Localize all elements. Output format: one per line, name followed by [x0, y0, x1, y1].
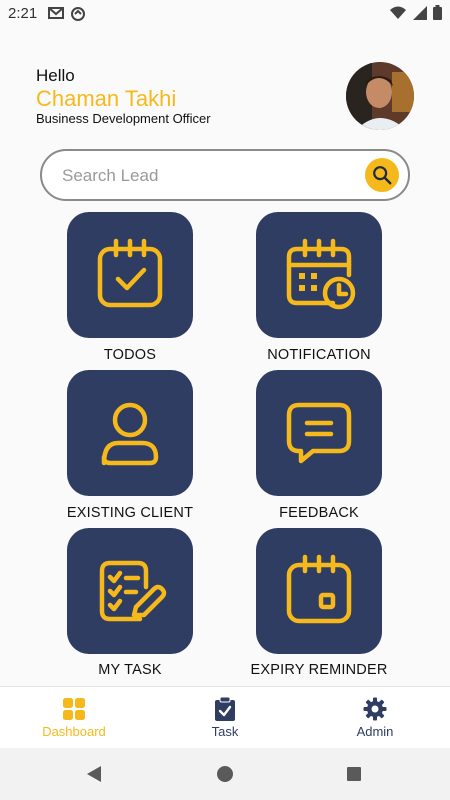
calendar-clock-icon	[286, 238, 356, 310]
tile-existing-client-label: EXISTING CLIENT	[66, 505, 194, 521]
nav-item-admin[interactable]: Admin	[320, 697, 430, 739]
greeting-text: Hello	[36, 66, 75, 85]
chat-bubble-icon	[286, 402, 352, 464]
tile-expiry-reminder-label: EXPIRY REMINDER	[250, 662, 388, 678]
status-bar: 2:21	[0, 0, 450, 28]
tile-my-task[interactable]	[67, 528, 193, 654]
tile-existing-client[interactable]	[67, 370, 193, 496]
wifi-icon	[390, 6, 406, 19]
calendar-check-icon	[97, 238, 163, 308]
home-icon[interactable]	[217, 766, 233, 782]
tile-my-task-label: MY TASK	[98, 662, 162, 678]
status-time: 2:21	[8, 5, 38, 22]
gmail-icon	[48, 7, 64, 19]
gear-icon	[363, 697, 387, 721]
tile-todos-label: TODOS	[103, 347, 157, 363]
signal-icon	[413, 5, 427, 20]
search-icon	[373, 166, 392, 185]
sync-icon	[71, 7, 85, 21]
battery-icon	[433, 5, 442, 20]
dashboard-grid-icon	[63, 698, 85, 720]
search-button[interactable]	[365, 158, 399, 192]
back-icon[interactable]	[86, 765, 102, 783]
task-list-icon	[99, 560, 167, 622]
user-role: Business Development Officer	[36, 111, 211, 126]
user-icon	[101, 402, 159, 466]
tile-feedback[interactable]	[256, 370, 382, 496]
nav-label-task: Task	[211, 724, 239, 739]
system-navigation-bar	[0, 748, 450, 800]
tile-expiry-reminder[interactable]	[256, 528, 382, 654]
nav-label-admin: Admin	[356, 724, 394, 739]
tile-notification[interactable]	[256, 212, 382, 338]
nav-item-task[interactable]: Task	[170, 697, 280, 739]
clipboard-check-icon	[215, 697, 235, 721]
user-name: Chaman Takhi	[36, 86, 177, 111]
calendar-icon	[286, 554, 352, 624]
tile-feedback-label: FEEDBACK	[279, 505, 359, 521]
recents-icon[interactable]	[347, 767, 361, 781]
search-bar	[40, 149, 410, 201]
tile-notification-label: NOTIFICATION	[267, 347, 371, 363]
nav-label-dashboard: Dashboard	[42, 724, 106, 739]
tile-todos[interactable]	[67, 212, 193, 338]
bottom-navigation: Dashboard Task Admin	[0, 686, 450, 748]
nav-item-dashboard[interactable]: Dashboard	[19, 697, 129, 739]
search-input[interactable]	[62, 164, 352, 188]
avatar[interactable]	[346, 62, 414, 130]
